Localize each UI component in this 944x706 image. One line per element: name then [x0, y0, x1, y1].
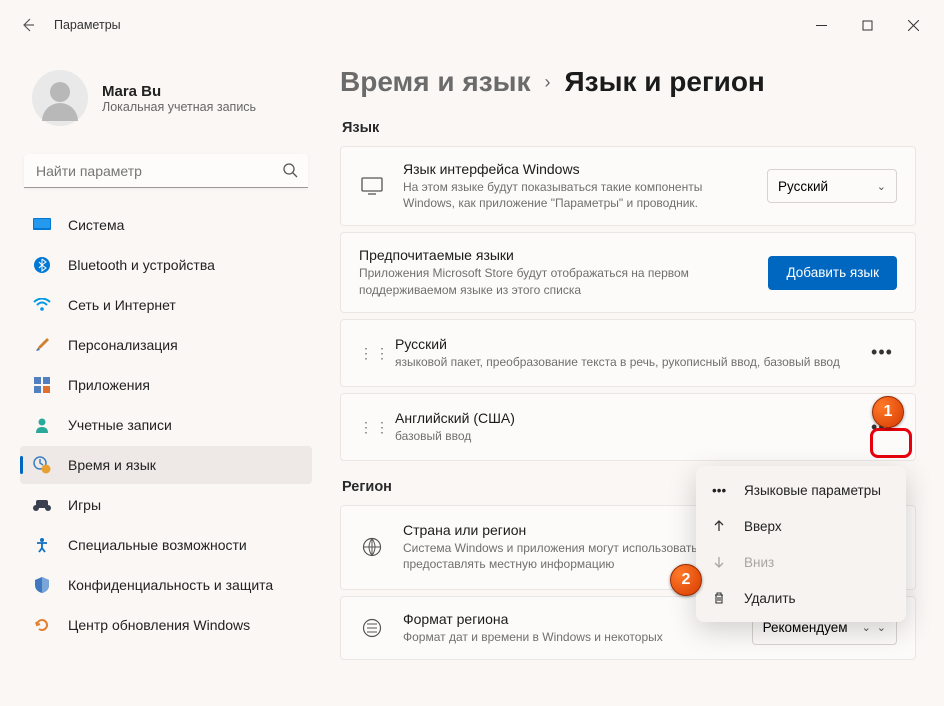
sidebar-item-apps[interactable]: Приложения	[20, 366, 312, 404]
language-more-button[interactable]: •••	[867, 342, 897, 363]
globe-icon	[359, 537, 385, 557]
annotation-1: 1	[872, 396, 904, 428]
sidebar-item-personalization[interactable]: Персонализация	[20, 326, 312, 364]
sidebar-item-accounts[interactable]: Учетные записи	[20, 406, 312, 444]
search-icon	[282, 162, 298, 178]
monitor-icon	[359, 177, 385, 195]
sidebar-item-label: Конфиденциальность и защита	[68, 577, 273, 593]
section-language-label: Язык	[342, 120, 916, 136]
close-button[interactable]	[890, 9, 936, 41]
sidebar-item-update[interactable]: Центр обновления Windows	[20, 606, 312, 644]
preferred-languages-card: Предпочитаемые языки Приложения Microsof…	[340, 232, 916, 312]
close-icon	[908, 20, 919, 31]
system-icon	[32, 215, 52, 235]
language-desc: языковой пакет, преобразование текста в …	[395, 354, 867, 370]
sidebar-item-label: Сеть и Интернет	[68, 297, 176, 313]
menu-move-up[interactable]: Вверх	[702, 508, 900, 544]
nav-list: Система Bluetooth и устройства Сеть и Ин…	[20, 206, 312, 644]
bluetooth-icon	[32, 255, 52, 275]
maximize-icon	[862, 20, 873, 31]
sidebar-item-label: Игры	[68, 497, 101, 513]
language-item-english: ⋮⋮ Английский (США) базовый ввод •••	[340, 393, 916, 461]
preferred-title: Предпочитаемые языки	[359, 247, 756, 263]
arrow-left-icon	[20, 17, 36, 33]
format-title: Формат региона	[403, 611, 740, 627]
window-controls	[798, 9, 936, 41]
language-desc: базовый ввод	[395, 428, 867, 444]
sidebar-item-bluetooth[interactable]: Bluetooth и устройства	[20, 246, 312, 284]
add-language-button[interactable]: Добавить язык	[768, 256, 897, 290]
profile-subtitle: Локальная учетная запись	[102, 100, 256, 114]
search-input[interactable]	[24, 154, 308, 188]
preferred-desc: Приложения Microsoft Store будут отображ…	[359, 265, 756, 297]
sidebar-item-system[interactable]: Система	[20, 206, 312, 244]
drag-handle[interactable]: ⋮⋮	[359, 423, 377, 431]
language-name: Русский	[395, 336, 867, 352]
display-language-card: Язык интерфейса Windows На этом языке бу…	[340, 146, 916, 226]
sidebar-item-label: Учетные записи	[68, 417, 172, 433]
sidebar-item-label: Система	[68, 217, 124, 233]
wifi-icon	[32, 295, 52, 315]
sidebar-item-accessibility[interactable]: Специальные возможности	[20, 526, 312, 564]
sidebar-item-network[interactable]: Сеть и Интернет	[20, 286, 312, 324]
brush-icon	[32, 335, 52, 355]
annotation-2: 2	[670, 564, 702, 596]
person-icon	[32, 415, 52, 435]
sidebar-item-label: Персонализация	[68, 337, 178, 353]
page-title: Язык и регион	[565, 66, 765, 98]
arrow-down-icon	[712, 555, 734, 569]
drag-handle[interactable]: ⋮⋮	[359, 349, 377, 357]
globe-format-icon	[359, 618, 385, 638]
sidebar: Mara Bu Локальная учетная запись Система…	[20, 50, 320, 706]
display-language-select[interactable]: Русский ⌄	[767, 169, 897, 203]
update-icon	[32, 615, 52, 635]
apps-icon	[32, 375, 52, 395]
display-language-desc: На этом языке будут показываться такие к…	[403, 179, 755, 211]
chevron-right-icon: ›	[545, 72, 551, 93]
avatar	[32, 70, 88, 126]
menu-language-options[interactable]: ••• Языковые параметры	[702, 472, 900, 508]
menu-move-down: Вниз	[702, 544, 900, 580]
more-icon: •••	[712, 483, 734, 498]
titlebar: Параметры	[0, 0, 944, 50]
profile-block[interactable]: Mara Bu Локальная учетная запись	[20, 50, 312, 154]
gamepad-icon	[32, 495, 52, 515]
breadcrumb-parent[interactable]: Время и язык	[340, 66, 531, 98]
accessibility-icon	[32, 535, 52, 555]
language-context-menu: ••• Языковые параметры Вверх Вниз Удалит…	[696, 466, 906, 622]
chevron-down-icon: ⌄	[862, 621, 871, 634]
maximize-button[interactable]	[844, 9, 890, 41]
back-button[interactable]	[8, 5, 48, 45]
shield-icon	[32, 575, 52, 595]
clock-globe-icon	[32, 455, 52, 475]
sidebar-item-label: Специальные возможности	[68, 537, 247, 553]
window-title: Параметры	[54, 18, 121, 32]
annotation-box-1	[870, 428, 912, 458]
language-name: Английский (США)	[395, 410, 867, 426]
sidebar-item-label: Центр обновления Windows	[68, 617, 250, 633]
format-desc: Формат дат и времени в Windows и некотор…	[403, 629, 740, 645]
display-language-value: Русский	[778, 179, 828, 194]
sidebar-item-gaming[interactable]: Игры	[20, 486, 312, 524]
region-format-value: Рекомендуем	[763, 620, 848, 635]
search-box	[24, 154, 308, 188]
language-item-russian: ⋮⋮ Русский языковой пакет, преобразовани…	[340, 319, 916, 387]
sidebar-item-label: Время и язык	[68, 457, 156, 473]
minimize-icon	[816, 20, 827, 31]
chevron-down-icon: ⌄	[877, 180, 886, 193]
trash-icon	[712, 591, 734, 605]
sidebar-item-privacy[interactable]: Конфиденциальность и защита	[20, 566, 312, 604]
menu-delete[interactable]: Удалить	[702, 580, 900, 616]
sidebar-item-label: Приложения	[68, 377, 150, 393]
profile-name: Mara Bu	[102, 83, 256, 100]
minimize-button[interactable]	[798, 9, 844, 41]
sidebar-item-label: Bluetooth и устройства	[68, 257, 215, 273]
sidebar-item-time-language[interactable]: Время и язык	[20, 446, 312, 484]
breadcrumb: Время и язык › Язык и регион	[340, 66, 916, 98]
arrow-up-icon	[712, 519, 734, 533]
chevron-down-icon: ⌄	[877, 621, 886, 634]
display-language-title: Язык интерфейса Windows	[403, 161, 755, 177]
